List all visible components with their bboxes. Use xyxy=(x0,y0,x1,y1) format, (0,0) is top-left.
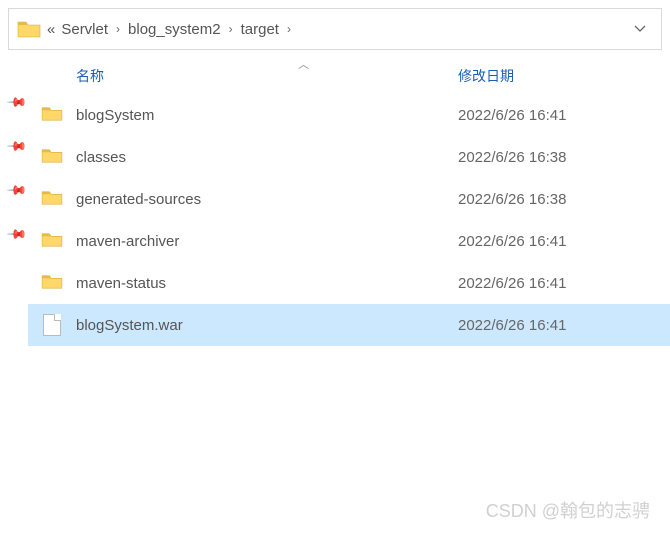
pin-icon: 📌 xyxy=(5,179,30,204)
breadcrumb-item-1[interactable]: blog_system2 xyxy=(128,21,221,38)
chevron-right-icon[interactable]: › xyxy=(285,22,293,36)
watermark: CSDN @翰包的志骋 xyxy=(486,497,650,523)
file-name: blogSystem.war xyxy=(76,317,458,334)
file-date: 2022/6/26 16:41 xyxy=(458,233,658,250)
address-bar[interactable]: « Servlet › blog_system2 › target › xyxy=(8,8,662,50)
list-item[interactable]: maven-archiver2022/6/26 16:41 xyxy=(28,220,670,262)
file-date: 2022/6/26 16:41 xyxy=(458,107,658,124)
list-item[interactable]: blogSystem2022/6/26 16:41 xyxy=(28,94,670,136)
sort-indicator-icon[interactable]: ︿ xyxy=(298,56,309,72)
file-date: 2022/6/26 16:41 xyxy=(458,317,658,334)
folder-icon xyxy=(17,19,41,39)
file-name: maven-archiver xyxy=(76,233,458,250)
folder-icon xyxy=(41,230,63,252)
chevron-right-icon[interactable]: › xyxy=(114,22,122,36)
file-rows: blogSystem2022/6/26 16:41classes2022/6/2… xyxy=(28,94,670,346)
breadcrumb-prefix: « xyxy=(47,21,55,38)
pin-icon: 📌 xyxy=(5,223,30,248)
pin-column: 📌 📌 📌 📌 xyxy=(0,68,28,244)
folder-icon xyxy=(41,188,63,210)
file-date: 2022/6/26 16:41 xyxy=(458,275,658,292)
file-name: maven-status xyxy=(76,275,458,292)
list-item[interactable]: maven-status2022/6/26 16:41 xyxy=(28,262,670,304)
file-name: classes xyxy=(76,149,458,166)
folder-icon xyxy=(41,272,63,294)
header-name[interactable]: 名称 xyxy=(28,66,458,86)
file-list: ︿ 名称 修改日期 blogSystem2022/6/26 16:41class… xyxy=(28,58,670,346)
file-date: 2022/6/26 16:38 xyxy=(458,149,658,166)
pin-icon: 📌 xyxy=(5,91,30,116)
folder-icon xyxy=(41,146,63,168)
chevron-right-icon[interactable]: › xyxy=(227,22,235,36)
list-item[interactable]: classes2022/6/26 16:38 xyxy=(28,136,670,178)
file-name: blogSystem xyxy=(76,107,458,124)
pin-icon: 📌 xyxy=(5,135,30,160)
file-date: 2022/6/26 16:38 xyxy=(458,191,658,208)
folder-icon xyxy=(41,104,63,126)
file-name: generated-sources xyxy=(76,191,458,208)
column-headers: ︿ 名称 修改日期 xyxy=(28,58,670,94)
file-icon xyxy=(43,314,61,336)
chevron-down-icon[interactable] xyxy=(627,19,653,40)
header-modified[interactable]: 修改日期 xyxy=(458,66,628,86)
breadcrumb-item-2[interactable]: target xyxy=(241,21,279,38)
list-item[interactable]: generated-sources2022/6/26 16:38 xyxy=(28,178,670,220)
list-item[interactable]: blogSystem.war2022/6/26 16:41 xyxy=(28,304,670,346)
breadcrumb-item-0[interactable]: Servlet xyxy=(61,21,108,38)
